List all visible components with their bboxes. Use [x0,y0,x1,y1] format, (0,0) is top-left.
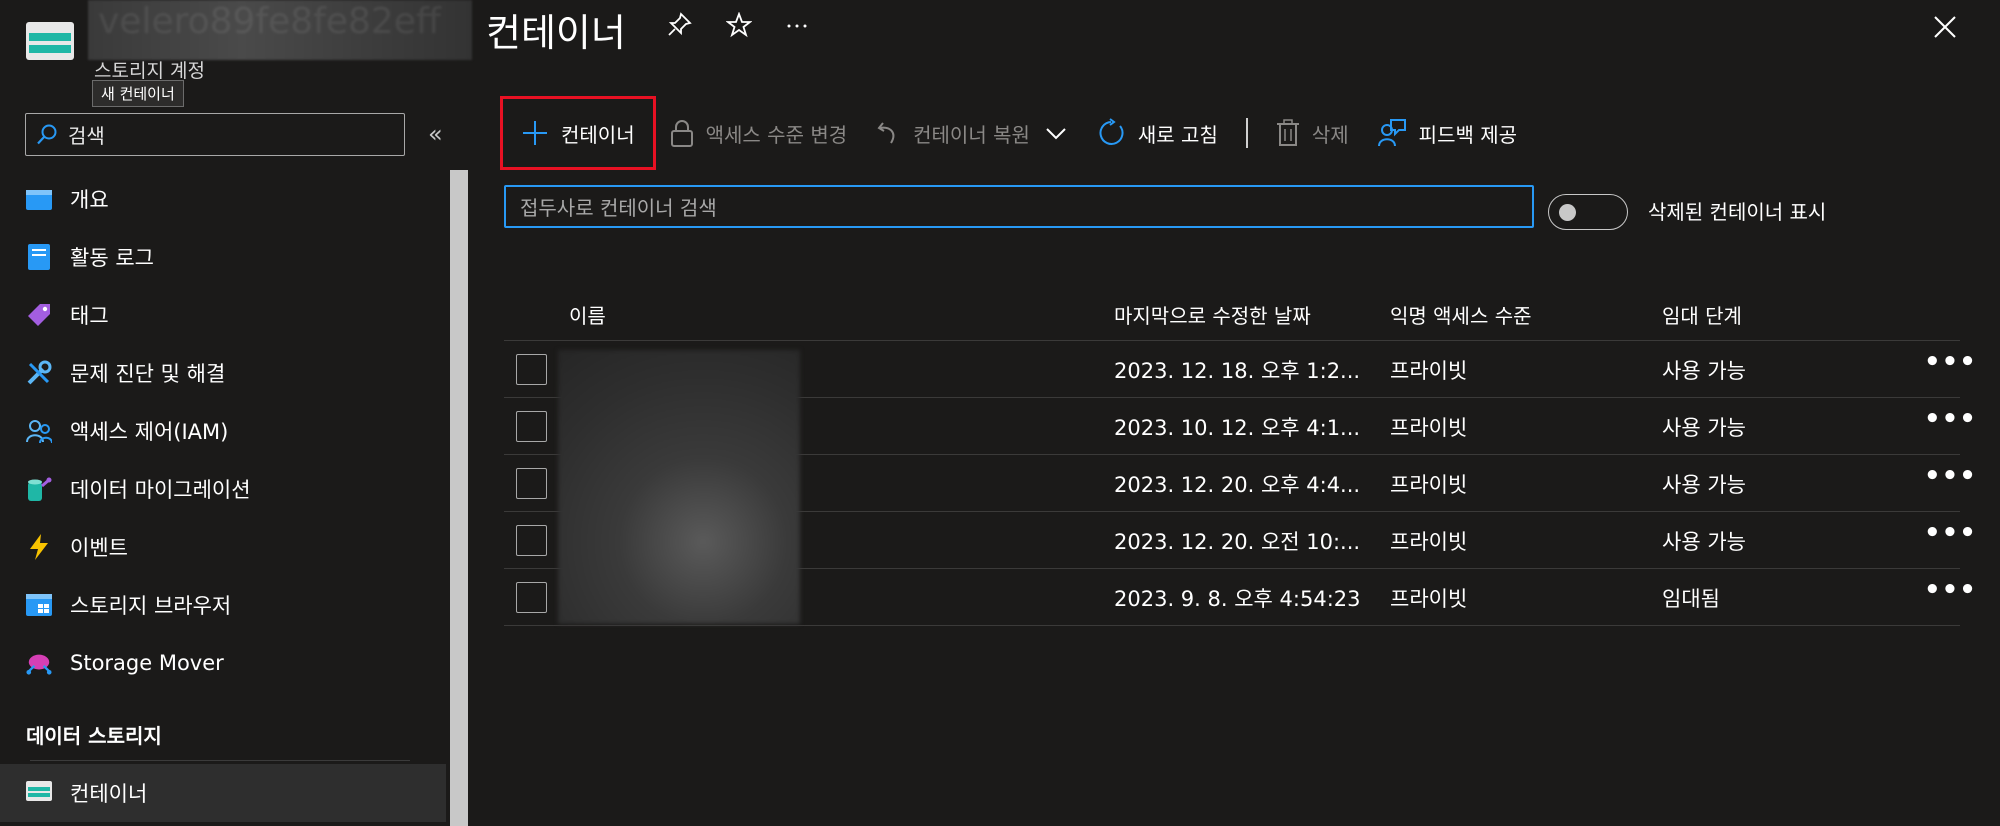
column-header-modified[interactable]: 마지막으로 수정한 날짜 [1114,300,1311,329]
column-header-access[interactable]: 익명 액세스 수준 [1390,300,1532,329]
row-modified: 2023. 12. 20. 오후 4:4... [1114,473,1361,497]
change-access-level-button[interactable]: 액세스 수준 변경 [656,98,862,168]
refresh-icon [1099,118,1124,145]
table-header: 이름 마지막으로 수정한 날짜 익명 액세스 수준 임대 단계 [504,288,1960,341]
command-bar: 컨테이너 액세스 수준 변경 컨테이너 복원 새로 고침 삭제 피드백 제공 [500,96,1531,170]
delete-button[interactable]: 삭제 [1262,98,1363,168]
container-prefix-search-input[interactable]: 접두사로 컨테이너 검색 [504,185,1534,228]
migration-icon [26,476,52,502]
resource-menu-panel: velero89fe8fe82eff 스토리지 계정 새 컨테이너 검색 « 개… [0,0,472,826]
row-more-icon[interactable]: ••• [1924,575,1977,605]
row-checkbox[interactable] [516,525,547,556]
row-modified: 2023. 12. 20. 오전 10:... [1114,530,1361,554]
row-more-icon[interactable]: ••• [1924,347,1977,377]
row-more-icon[interactable]: ••• [1924,518,1977,548]
row-checkbox[interactable] [516,354,547,385]
row-checkbox[interactable] [516,411,547,442]
row-checkbox[interactable] [516,582,547,613]
star-icon[interactable] [724,11,754,42]
show-deleted-label: 삭제된 컨테이너 표시 [1648,200,1827,224]
row-more-icon[interactable]: ••• [1924,461,1977,491]
row-access: 프라이빗 [1390,587,1468,611]
column-header-lease[interactable]: 임대 단계 [1662,300,1742,329]
toolbar-divider [1245,118,1248,148]
row-lease: 사용 가능 [1662,416,1746,440]
tooltip: 새 컨테이너 [92,80,184,107]
show-deleted-toggle[interactable] [1548,194,1628,230]
divider [30,760,410,761]
nav-item-containers[interactable]: 컨테이너 [0,764,446,822]
nav-item-tags[interactable]: 태그 [0,286,446,344]
feedback-button[interactable]: 피드백 제공 [1363,98,1531,168]
search-placeholder: 접두사로 컨테이너 검색 [520,196,717,220]
resource-nav: 개요 활동 로그 태그 문제 진단 및 해결 액세스 제어(IAM) 데이터 마… [0,170,446,692]
row-modified: 2023. 9. 8. 오후 4:54:23 [1114,587,1361,611]
row-more-icon[interactable]: ••• [1924,404,1977,434]
undo-icon [877,122,895,144]
menu-search-input[interactable]: 검색 [25,113,405,156]
page-title: 컨테이너 [486,11,626,55]
row-checkbox[interactable] [516,468,547,499]
row-access: 프라이빗 [1390,473,1468,497]
close-icon[interactable] [1930,12,1960,42]
people-icon [26,418,52,444]
nav-item-diagnose[interactable]: 문제 진단 및 해결 [0,344,446,402]
overview-icon [26,186,52,212]
nav-item-iam[interactable]: 액세스 제어(IAM) [0,402,446,460]
chevron-down-icon[interactable] [1044,121,1068,145]
row-lease: 사용 가능 [1662,530,1746,554]
row-modified: 2023. 10. 12. 오후 4:1... [1114,416,1361,440]
row-modified: 2023. 12. 18. 오후 1:2... [1114,359,1361,383]
feedback-icon [1377,119,1406,147]
row-lease: 사용 가능 [1662,473,1746,497]
blurred-container-names [558,350,800,624]
row-lease: 사용 가능 [1662,359,1746,383]
nav-item-data-migration[interactable]: 데이터 마이그레이션 [0,460,446,518]
row-access: 프라이빗 [1390,416,1468,440]
tag-icon [26,302,52,328]
restore-container-button[interactable]: 컨테이너 복원 [861,98,1082,168]
row-access: 프라이빗 [1390,359,1468,383]
lightning-icon [26,534,52,560]
nav-item-storage-mover[interactable]: Storage Mover [0,634,446,692]
row-access: 프라이빗 [1390,530,1468,554]
nav-item-activity-log[interactable]: 활동 로그 [0,228,446,286]
storage-container-icon [26,22,74,60]
container-icon [26,781,52,805]
column-header-name[interactable]: 이름 [569,300,606,329]
plus-icon [523,121,547,145]
pin-icon[interactable] [664,12,694,42]
resource-type: 스토리지 계정 [94,60,205,82]
storage-browser-icon [26,592,52,618]
resource-name: velero89fe8fe82eff [88,0,472,60]
search-label: 검색 [68,124,105,148]
lock-icon [670,120,693,147]
nav-section-data-storage: 데이터 스토리지 [26,724,162,748]
search-icon [37,124,57,144]
wrench-icon [26,360,52,386]
collapse-menu-icon[interactable]: « [428,120,452,148]
activity-log-icon [26,244,52,270]
storage-mover-icon [26,650,52,676]
row-lease: 임대됨 [1662,587,1720,611]
nav-item-events[interactable]: 이벤트 [0,518,446,576]
trash-icon [1276,119,1299,146]
nav-item-overview[interactable]: 개요 [0,170,446,228]
nav-item-storage-browser[interactable]: 스토리지 브라우저 [0,576,446,634]
menu-scrollbar-thumb[interactable] [450,170,468,826]
refresh-button[interactable]: 새로 고침 [1082,98,1232,168]
more-options-icon[interactable] [782,12,812,42]
add-container-button[interactable]: 컨테이너 [500,96,656,170]
toggle-knob [1559,204,1576,221]
